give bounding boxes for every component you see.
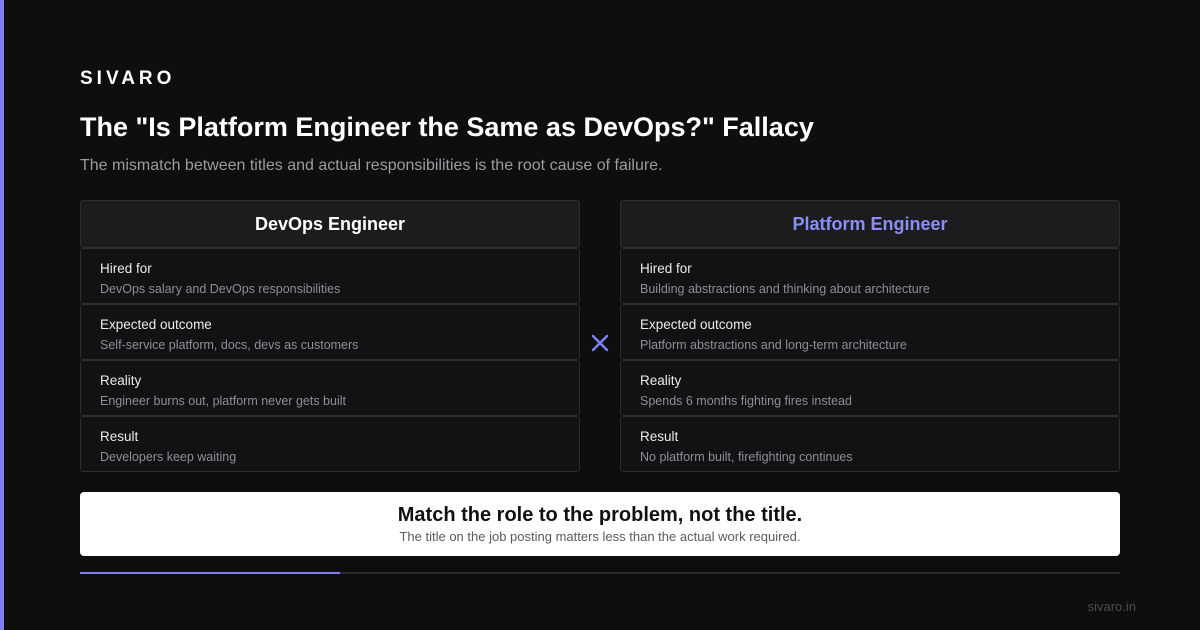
row-label: Hired for	[100, 261, 152, 276]
row-label: Reality	[640, 373, 682, 388]
page-title: The "Is Platform Engineer the Same as De…	[80, 112, 814, 142]
page-subtitle: The mismatch between titles and actual r…	[80, 157, 663, 174]
devops-column: DevOps Engineer Hired for DevOps salary …	[80, 200, 580, 472]
row-label: Expected outcome	[640, 317, 752, 332]
platform-row-hired-for: Hired for Building abstractions and thin…	[620, 248, 1120, 304]
row-label: Result	[100, 429, 139, 444]
brand-logo: SIVARO	[80, 68, 176, 89]
row-label: Reality	[100, 373, 142, 388]
row-value: Self-service platform, docs, devs as cus…	[100, 338, 359, 352]
devops-row-result: Result Developers keep waiting	[80, 416, 580, 472]
row-label: Hired for	[640, 261, 692, 276]
row-label: Result	[640, 429, 679, 444]
row-value: Developers keep waiting	[100, 450, 237, 464]
row-value: DevOps salary and DevOps responsibilitie…	[100, 282, 341, 296]
row-label: Expected outcome	[100, 317, 212, 332]
progress-fill	[80, 572, 340, 574]
left-accent-bar	[0, 0, 4, 630]
progress-bar	[80, 572, 1120, 574]
row-value: Spends 6 months fighting fires instead	[640, 394, 852, 408]
footer-url: sivaro.in	[1087, 599, 1136, 614]
callout-headline: Match the role to the problem, not the t…	[397, 504, 803, 526]
platform-column-header: Platform Engineer	[620, 200, 1120, 248]
platform-column: Platform Engineer Hired for Building abs…	[620, 200, 1120, 472]
row-value: Building abstractions and thinking about…	[640, 282, 930, 296]
cross-icon	[591, 334, 609, 352]
row-value: No platform built, firefighting continue…	[640, 450, 853, 464]
devops-column-header: DevOps Engineer	[80, 200, 580, 248]
devops-row-expected-outcome: Expected outcome Self-service platform, …	[80, 304, 580, 360]
devops-row-hired-for: Hired for DevOps salary and DevOps respo…	[80, 248, 580, 304]
callout-box: Match the role to the problem, not the t…	[80, 492, 1120, 556]
row-value: Platform abstractions and long-term arch…	[640, 338, 907, 352]
callout-subtext: The title on the job posting matters les…	[399, 529, 801, 544]
row-value: Engineer burns out, platform never gets …	[100, 394, 346, 408]
platform-row-reality: Reality Spends 6 months fighting fires i…	[620, 360, 1120, 416]
devops-row-reality: Reality Engineer burns out, platform nev…	[80, 360, 580, 416]
platform-row-expected-outcome: Expected outcome Platform abstractions a…	[620, 304, 1120, 360]
platform-row-result: Result No platform built, firefighting c…	[620, 416, 1120, 472]
